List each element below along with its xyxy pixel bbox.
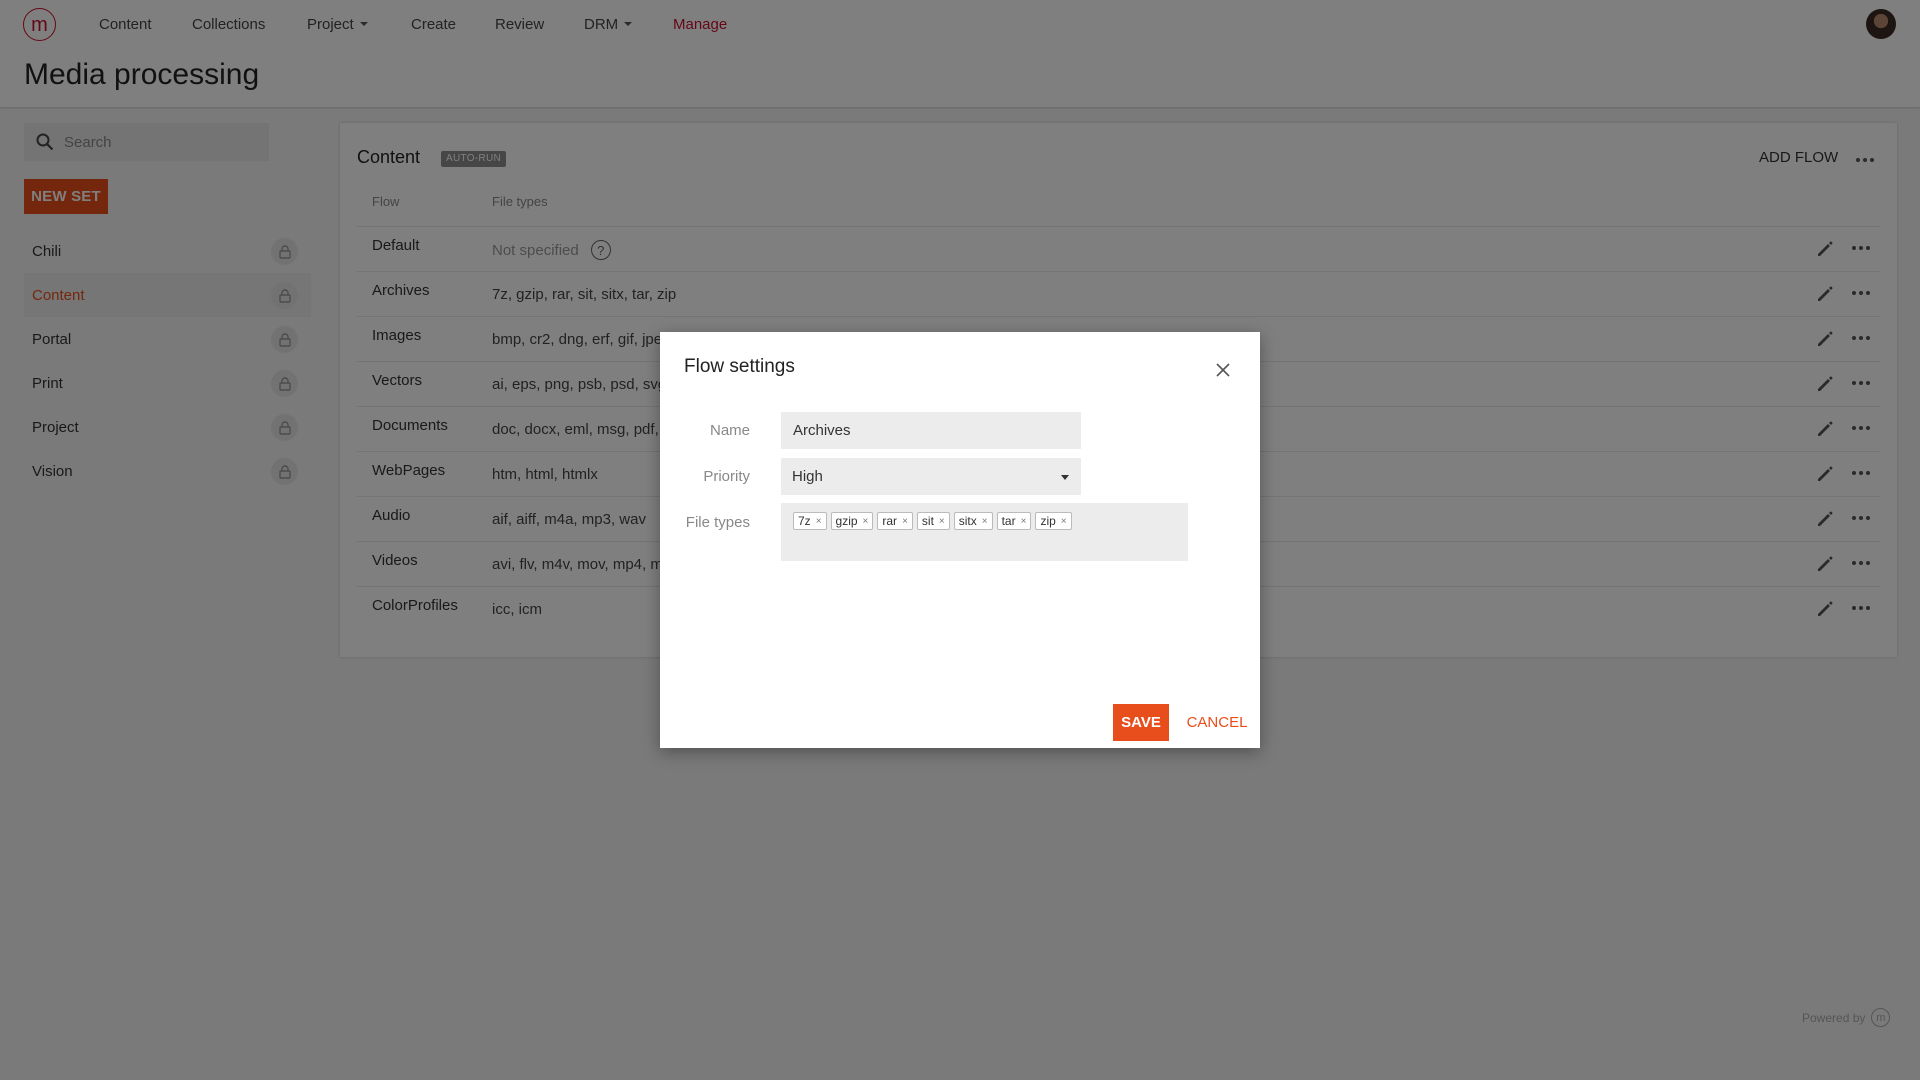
tag: 7z × bbox=[793, 512, 827, 530]
cancel-button[interactable]: CANCEL bbox=[1185, 704, 1249, 741]
priority-value: High bbox=[792, 468, 823, 485]
tag-remove-icon[interactable]: × bbox=[1021, 516, 1027, 527]
flow-settings-dialog: Flow settings Name Priority High File ty… bbox=[660, 332, 1260, 748]
tag-remove-icon[interactable]: × bbox=[1061, 516, 1067, 527]
close-icon[interactable] bbox=[1213, 360, 1233, 380]
tag-label: sitx bbox=[958, 514, 977, 528]
tag-label: rar bbox=[882, 514, 898, 528]
file-types-label: File types bbox=[685, 514, 750, 531]
tag-remove-icon[interactable]: × bbox=[982, 516, 988, 527]
dialog-title: Flow settings bbox=[684, 356, 795, 377]
tag: tar × bbox=[996, 512, 1032, 530]
priority-label: Priority bbox=[703, 468, 750, 485]
tag-label: tar bbox=[1001, 514, 1016, 528]
file-types-tag-input[interactable]: 7z × gzip × rar × sit × sitx × tar × zip × bbox=[781, 503, 1188, 561]
priority-select[interactable]: High bbox=[781, 458, 1081, 495]
name-input[interactable] bbox=[781, 412, 1081, 449]
tag-remove-icon[interactable]: × bbox=[863, 516, 869, 527]
tag-remove-icon[interactable]: × bbox=[816, 516, 822, 527]
tag-remove-icon[interactable]: × bbox=[939, 516, 945, 527]
tag: sitx × bbox=[953, 512, 993, 530]
tag: sit × bbox=[916, 512, 950, 530]
tag-label: zip bbox=[1040, 514, 1056, 528]
tag: zip × bbox=[1035, 512, 1072, 530]
tag-label: sit bbox=[921, 514, 934, 528]
name-label: Name bbox=[709, 422, 750, 439]
tag-remove-icon[interactable]: × bbox=[902, 516, 908, 527]
tag: gzip × bbox=[830, 512, 874, 530]
chevron-down-icon bbox=[1061, 475, 1069, 480]
tag-label: 7z bbox=[798, 514, 811, 528]
tag-label: gzip bbox=[835, 514, 858, 528]
save-button[interactable]: SAVE bbox=[1113, 704, 1169, 741]
tag: rar × bbox=[877, 512, 913, 530]
